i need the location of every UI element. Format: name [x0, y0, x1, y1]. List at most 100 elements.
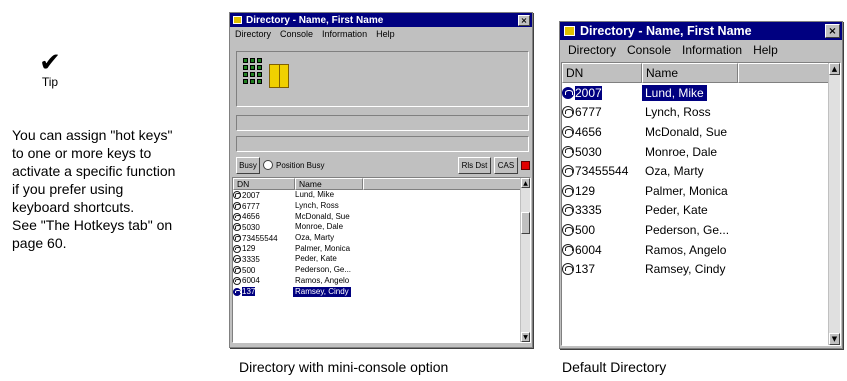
- window-title: Directory - Name, First Name: [580, 24, 752, 38]
- list-item[interactable]: 6004 Ramos, Angelo: [233, 276, 530, 287]
- window-titlebar[interactable]: Directory - Name, First Name ×: [230, 13, 532, 27]
- name-value: Ramsey, Cindy: [645, 262, 726, 277]
- list-item[interactable]: 137 Ramsey, Cindy: [562, 259, 840, 279]
- phone-icon: [233, 223, 241, 232]
- cas-button[interactable]: CAS: [494, 157, 518, 174]
- console-display-field: [236, 115, 529, 131]
- tip-callout: ✔ Tip: [30, 50, 70, 100]
- dn-value: 6777: [575, 105, 602, 120]
- position-busy-option[interactable]: Position Busy: [263, 160, 324, 170]
- dn-value: 73455544: [242, 233, 278, 243]
- dn-value: 6004: [242, 276, 260, 286]
- list-item[interactable]: 3335 Peder, Kate: [233, 254, 530, 265]
- console-status-field: [236, 136, 529, 152]
- menu-console[interactable]: Console: [627, 43, 671, 57]
- name-value: McDonald, Sue: [645, 124, 728, 139]
- column-header-dn[interactable]: DN: [233, 178, 295, 190]
- list-item[interactable]: 5030 Monroe, Dale: [562, 142, 840, 162]
- menu-information[interactable]: Information: [682, 43, 742, 57]
- list-body: 2007 Lund, Mike 6777 Lynch, Ross 4656 McDon…: [562, 83, 840, 279]
- scroll-up-icon[interactable]: ▲: [521, 178, 530, 188]
- tip-line: activate a specific function: [12, 163, 176, 179]
- name-value: Lynch, Ross: [645, 105, 711, 120]
- name-value: Peder, Kate: [645, 203, 708, 218]
- dn-value: 5030: [242, 222, 260, 232]
- dn-value: 137: [242, 287, 256, 297]
- phone-icon: [562, 145, 574, 158]
- phone-icon: [233, 255, 241, 264]
- scroll-down-icon[interactable]: ▼: [521, 332, 530, 342]
- list-item[interactable]: 6004 Ramos, Angelo: [562, 240, 840, 260]
- phone-icon: [233, 244, 241, 253]
- list-item[interactable]: 4656 McDonald, Sue: [562, 122, 840, 142]
- list-item[interactable]: 6777 Lynch, Ross: [233, 201, 530, 212]
- name-value: Palmer, Monica: [295, 243, 351, 253]
- close-button[interactable]: ×: [825, 24, 840, 38]
- vertical-scrollbar[interactable]: ▲ ▼: [828, 63, 840, 345]
- directory-list[interactable]: DN Name 2007 Lund, Mike 6777 Lynch, Ross 4…: [232, 177, 531, 343]
- scroll-thumb[interactable]: [521, 212, 530, 234]
- list-item[interactable]: 2007 Lund, Mike: [562, 83, 840, 103]
- list-item[interactable]: 500 Pederson, Ge...: [562, 220, 840, 240]
- list-item[interactable]: 2007 Lund, Mike: [233, 190, 530, 201]
- name-value: Monroe, Dale: [295, 222, 344, 232]
- list-item[interactable]: 3335 Peder, Kate: [562, 201, 840, 221]
- radio-button[interactable]: [263, 160, 273, 170]
- phone-icon: [562, 263, 574, 276]
- menu-console[interactable]: Console: [280, 29, 313, 39]
- dn-value: 3335: [575, 203, 602, 218]
- list-item[interactable]: 5030 Monroe, Dale: [233, 222, 530, 233]
- menu-help[interactable]: Help: [376, 29, 395, 39]
- dialpad-icon[interactable]: [243, 58, 263, 98]
- menu-directory[interactable]: Directory: [235, 29, 271, 39]
- name-value: Ramos, Angelo: [645, 242, 727, 257]
- menu-directory[interactable]: Directory: [568, 43, 616, 57]
- list-item[interactable]: 6777 Lynch, Ross: [562, 103, 840, 123]
- dn-value: 129: [242, 244, 256, 254]
- release-destination-button[interactable]: Rls Dst: [458, 157, 491, 174]
- window-titlebar[interactable]: Directory - Name, First Name ×: [560, 22, 842, 40]
- dn-value: 73455544: [575, 164, 629, 179]
- cas-indicator-light: [521, 161, 530, 170]
- list-item[interactable]: 129 Palmer, Monica: [233, 243, 530, 254]
- tip-line: if you prefer using: [12, 181, 124, 197]
- phone-icon: [233, 287, 241, 296]
- tip-line: You can assign "hot keys": [12, 127, 173, 143]
- caption-mini-console: Directory with mini-console option: [239, 359, 449, 375]
- directory-app-icon: [233, 16, 242, 24]
- caption-default-directory: Default Directory: [562, 359, 667, 375]
- column-header-name[interactable]: Name: [642, 63, 738, 83]
- menu-information[interactable]: Information: [322, 29, 367, 39]
- list-item[interactable]: 137 Ramsey, Cindy: [233, 286, 530, 297]
- phone-icon: [562, 106, 574, 119]
- busy-button[interactable]: Busy: [236, 157, 260, 174]
- mini-console-directory-window: Directory - Name, First Name × Directory…: [229, 12, 533, 348]
- phone-icon: [562, 243, 574, 256]
- phone-icon: [562, 184, 574, 197]
- default-directory-window: Directory - Name, First Name × Directory…: [559, 21, 843, 349]
- phone-icon: [233, 212, 241, 221]
- menu-bar: Directory Console Information Help: [230, 27, 532, 41]
- list-item[interactable]: 73455544 Oza, Marty: [562, 161, 840, 181]
- list-item[interactable]: 73455544 Oza, Marty: [233, 233, 530, 244]
- name-value: Ramos, Angelo: [295, 275, 350, 285]
- name-value: Oza, Marty: [645, 164, 704, 179]
- scroll-down-icon[interactable]: ▼: [829, 333, 840, 345]
- phone-icon: [233, 191, 241, 200]
- name-value: Pederson, Ge...: [645, 222, 730, 237]
- list-item[interactable]: 500 Pederson, Ge...: [233, 265, 530, 276]
- close-button[interactable]: ×: [518, 14, 530, 26]
- list-item[interactable]: 4656 McDonald, Sue: [233, 211, 530, 222]
- phone-icon: [562, 125, 574, 138]
- vertical-scrollbar[interactable]: ▲ ▼: [520, 178, 530, 342]
- checkmark-icon: ✔: [39, 48, 61, 78]
- scroll-up-icon[interactable]: ▲: [829, 63, 840, 75]
- column-header-name[interactable]: Name: [295, 178, 363, 190]
- list-body: 2007 Lund, Mike 6777 Lynch, Ross 4656 McDon…: [233, 190, 530, 297]
- column-header-dn[interactable]: DN: [562, 63, 642, 83]
- position-busy-label: Position Busy: [276, 160, 325, 170]
- list-item[interactable]: 129 Palmer, Monica: [562, 181, 840, 201]
- directory-book-icon[interactable]: [269, 64, 289, 88]
- menu-help[interactable]: Help: [753, 43, 778, 57]
- directory-list[interactable]: DN Name 2007 Lund, Mike 6777 Lynch, Ross 4…: [561, 62, 841, 346]
